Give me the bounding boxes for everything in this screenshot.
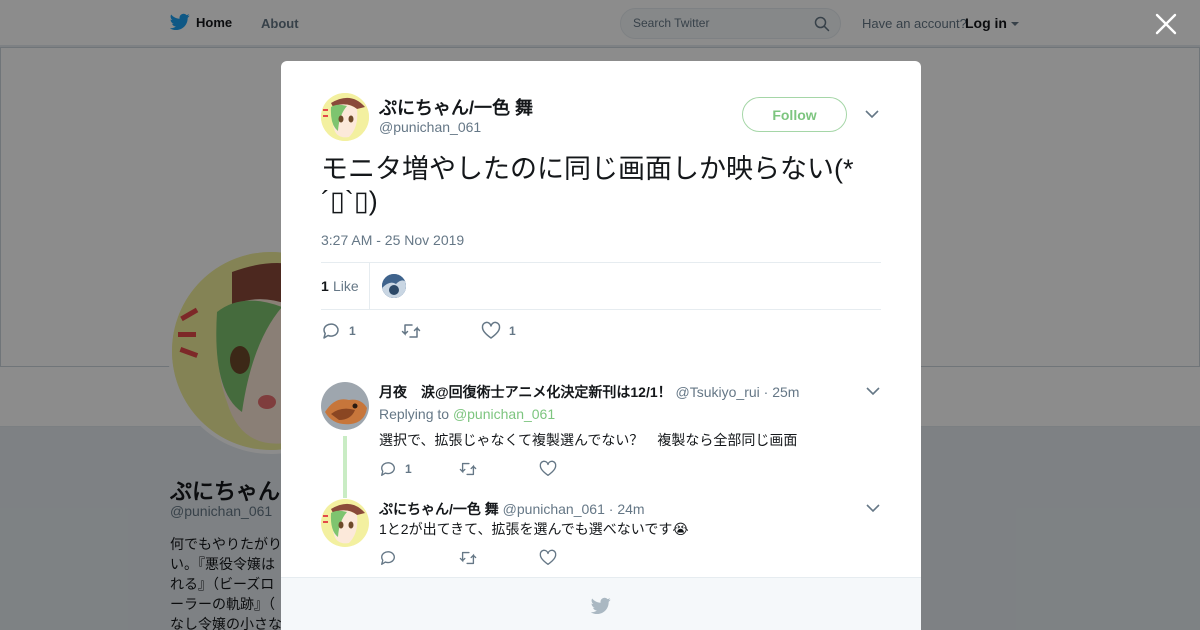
retweet-icon: [459, 462, 477, 476]
reply-author-handle[interactable]: @Tsukiyo_rui: [676, 384, 760, 400]
replying-to: Replying to @punichan_061: [379, 406, 555, 422]
author-avatar[interactable]: [321, 93, 369, 141]
chevron-down-icon[interactable]: [866, 503, 880, 513]
reply-icon: [381, 551, 395, 565]
reply-avatar[interactable]: [321, 499, 369, 547]
like-action[interactable]: [539, 460, 557, 478]
retweet-icon: [401, 324, 421, 338]
reply-actions: 1: [379, 460, 579, 480]
tweet-text: モニタ増やしたのに同じ画面しか映らない(*´▯`▯): [321, 154, 854, 216]
reply-item: 月夜 涙@回復術士アニメ化決定新刊は12/1！ @Tsukiyo_rui · 2…: [321, 382, 881, 498]
reply-avatar[interactable]: [321, 382, 369, 430]
liker-avatar[interactable]: [382, 274, 406, 298]
like-count: 1: [509, 324, 516, 338]
reply-time[interactable]: 24m: [617, 501, 644, 517]
reply-actions: [379, 549, 579, 569]
reply-time[interactable]: 25m: [772, 384, 799, 400]
heart-icon: [539, 549, 557, 565]
stats-divider: [369, 263, 370, 309]
reply-icon: [323, 323, 339, 339]
replying-to-link[interactable]: @punichan_061: [453, 406, 555, 422]
chevron-down-icon[interactable]: [865, 109, 879, 119]
separator-dot: ·: [608, 501, 614, 517]
reply-item: ぷにちゃん/一色 舞 @punichan_061 · 24m 1と2が出てきて、…: [321, 499, 881, 569]
retweet-action[interactable]: [401, 319, 421, 343]
replying-to-label: Replying to: [379, 406, 450, 422]
author-name[interactable]: ぷにちゃん/一色 舞: [379, 94, 533, 120]
thread-line: [343, 436, 347, 498]
reply-author-name[interactable]: 月夜 涙@回復術士アニメ化決定新刊は12/1！: [379, 384, 672, 400]
retweet-action[interactable]: [459, 549, 477, 567]
reply-count: 1: [405, 462, 412, 476]
reply-action[interactable]: 1: [321, 319, 356, 343]
separator-dot: ·: [763, 384, 769, 400]
reply-header: ぷにちゃん/一色 舞 @punichan_061 · 24m: [379, 499, 645, 519]
tweet-modal: ぷにちゃん/一色 舞 @punichan_061 Follow モニタ増やしたの…: [281, 61, 921, 630]
reply-action[interactable]: [379, 549, 397, 567]
like-action[interactable]: 1: [481, 319, 516, 343]
close-icon[interactable]: [1154, 12, 1178, 36]
follow-button[interactable]: Follow: [742, 97, 847, 132]
reply-text: 選択で、拡張じゃなくて複製選んでない？ 複製なら全部同じ画面: [379, 432, 798, 448]
reply-text: 1と2が出てきて、拡張を選んでも選べないです😭: [379, 521, 689, 537]
retweet-icon: [459, 551, 477, 565]
likes-count[interactable]: 1: [321, 278, 329, 294]
tweet-stats: 1 Like: [321, 262, 881, 310]
likes-label[interactable]: Like: [333, 278, 359, 294]
heart-icon: [481, 321, 501, 339]
reply-author-name[interactable]: ぷにちゃん/一色 舞: [379, 501, 499, 517]
like-action[interactable]: [539, 549, 557, 567]
modal-footer: [281, 577, 921, 630]
retweet-action[interactable]: [459, 460, 477, 478]
heart-icon: [539, 460, 557, 476]
chevron-down-icon[interactable]: [866, 386, 880, 396]
reply-author-handle[interactable]: @punichan_061: [503, 501, 605, 517]
reply-count: 1: [349, 324, 356, 338]
reply-header: 月夜 涙@回復術士アニメ化決定新刊は12/1！ @Tsukiyo_rui · 2…: [379, 382, 799, 402]
tweet-actions: 1 1: [321, 319, 621, 343]
tweet-timestamp[interactable]: 3:27 AM - 25 Nov 2019: [321, 232, 464, 248]
twitter-bird-icon[interactable]: [591, 597, 611, 615]
author-handle[interactable]: @punichan_061: [379, 119, 481, 135]
reply-icon: [381, 462, 395, 476]
reply-action[interactable]: 1: [379, 460, 412, 478]
